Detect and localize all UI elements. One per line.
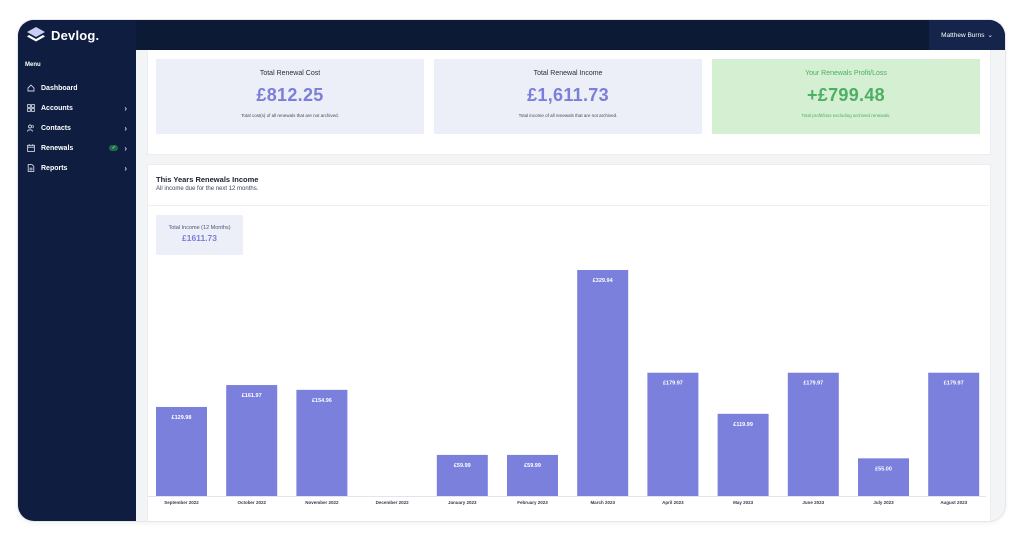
- chart-x-tick-label: April 2023: [662, 500, 684, 505]
- chart-bar[interactable]: [858, 458, 909, 496]
- chart-data-label: £154.96: [312, 398, 332, 404]
- chart-x-tick-label: February 2023: [517, 500, 548, 505]
- chart-data-label: £129.98: [172, 415, 192, 421]
- chart-x-tick-label: October 2022: [237, 500, 266, 505]
- chart-bar[interactable]: [928, 372, 980, 496]
- chart-bar[interactable]: [577, 270, 629, 496]
- chart-x-tick-label: November 2022: [305, 500, 339, 505]
- chart-bar[interactable]: [296, 389, 348, 496]
- app-window: ☰ Matthew Burns ⌄ Devlog. Menu Dashboard: [18, 20, 1005, 521]
- chart-data-label: £119.99: [733, 422, 753, 428]
- chart-data-label: £55.00: [875, 466, 892, 472]
- chart-x-tick-label: September 2022: [164, 500, 199, 505]
- chart-x-tick-label: August 2023: [940, 500, 967, 505]
- chart-data-label: £179.97: [663, 381, 683, 387]
- chart-bar[interactable]: [507, 454, 558, 496]
- chart-data-label: £59.99: [454, 463, 471, 469]
- chart-x-tick-label: January 2023: [448, 500, 477, 505]
- chart-data-label: £59.99: [524, 463, 541, 469]
- chart-bar[interactable]: [436, 454, 488, 496]
- chart-x-tick-label: May 2023: [733, 500, 754, 505]
- chart-bar[interactable]: [787, 372, 839, 496]
- chart-data-label: £179.97: [803, 381, 823, 387]
- chart-data-label: £179.97: [944, 381, 964, 387]
- chart-x-tick-label: June 2023: [802, 500, 824, 505]
- chart-bar[interactable]: [226, 385, 278, 496]
- chart-x-tick-label: December 2022: [376, 500, 410, 505]
- chart-data-label: £161.97: [242, 393, 262, 399]
- chart-data-label: £329.94: [593, 278, 614, 284]
- chart-x-tick-label: July 2023: [873, 500, 894, 505]
- income-bar-chart: £129.98 September 2022 £161.97 October 2022…: [148, 270, 986, 505]
- chart-x-tick-label: March 2023: [590, 500, 615, 505]
- chart-bar[interactable]: [647, 372, 699, 496]
